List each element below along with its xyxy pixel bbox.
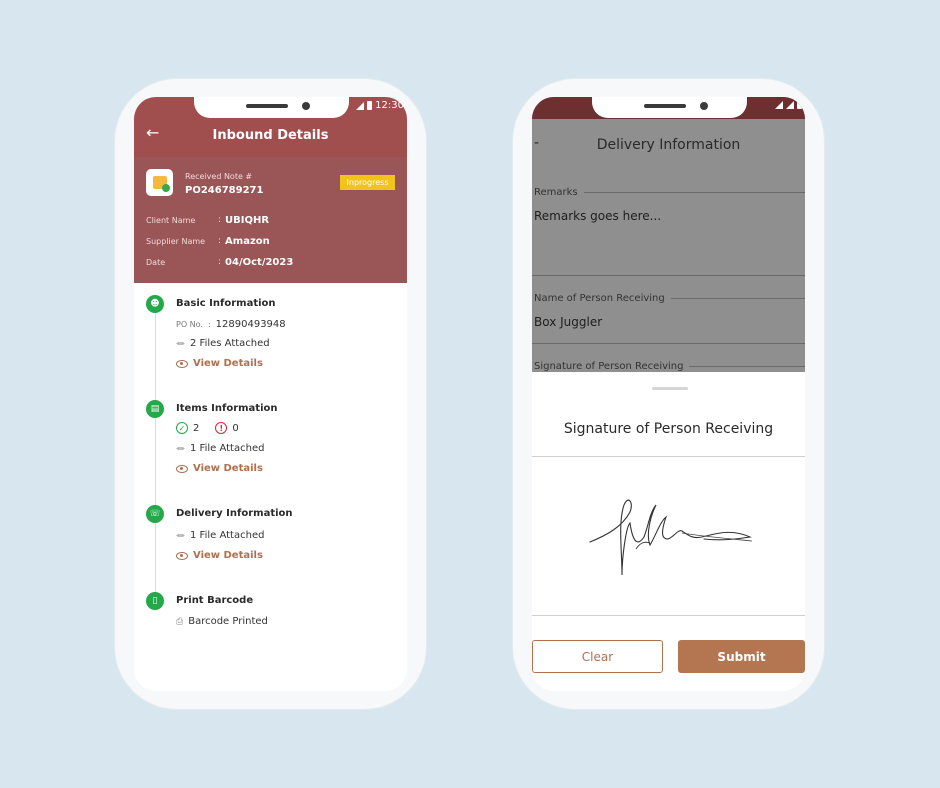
attachments-line: ⏛ 1 File Attached [176, 529, 264, 542]
receiver-name-field[interactable]: Box Juggler [534, 315, 602, 329]
clear-button[interactable]: Clear [532, 640, 663, 673]
attachments-line: ⏛ 1 File Attached [176, 442, 264, 455]
date-value: 04/Oct/2023 [225, 257, 294, 268]
step-title: Items Information [176, 403, 278, 414]
delivery-icon: ☏ [146, 505, 164, 523]
receiver-label: Name of Person Receiving [534, 293, 665, 304]
attachments-text: 2 Files Attached [190, 338, 270, 349]
eye-icon [176, 551, 188, 560]
po-number-line: PO No. : 12890493948 [176, 319, 286, 330]
supplier-name-row: Supplier Name : Amazon [146, 236, 270, 247]
attachments-line: ⏛ 2 Files Attached [176, 337, 270, 350]
remarks-field[interactable]: Remarks goes here... [534, 209, 661, 223]
paperclip-icon: ⏛ [176, 340, 186, 350]
status-time: 12:30 [375, 100, 404, 111]
submit-button[interactable]: Submit [678, 640, 805, 673]
signature-field-label: Signature of Person Receiving [534, 361, 805, 372]
view-details-link[interactable]: View Details [176, 463, 263, 474]
dimmed-form-background: - Delivery Information Remarks Remarks g… [532, 97, 805, 372]
signal-icon [786, 100, 794, 109]
wifi-icon [775, 100, 783, 109]
camera-notch [194, 97, 349, 118]
received-note-label: Received Note # [185, 172, 253, 181]
divider [532, 275, 805, 276]
attachments-text: 1 File Attached [190, 530, 265, 541]
battery-icon [797, 100, 802, 109]
ok-count: 2 [193, 422, 200, 434]
barcode-icon: ▯ [146, 592, 164, 610]
sheet-title: Signature of Person Receiving [563, 421, 774, 437]
remarks-label: Remarks [534, 187, 578, 198]
divider [532, 343, 805, 344]
date-row: Date : 04/Oct/2023 [146, 257, 294, 268]
attachments-text: 1 File Attached [190, 443, 265, 454]
package-icon [146, 169, 173, 196]
divider [532, 615, 805, 616]
page-title: Inbound Details [212, 128, 329, 143]
po-label: PO No. [176, 320, 203, 329]
view-details-label[interactable]: View Details [193, 550, 263, 561]
client-name-label: Client Name [146, 216, 196, 225]
barcode-status-line: ⎙ Barcode Printed [176, 616, 268, 627]
printer-icon: ⎙ [176, 616, 184, 627]
signature-bottom-sheet: Signature of Person Receiving Clear Subm… [532, 372, 805, 691]
page-title: Delivery Information [596, 137, 741, 153]
view-details-link[interactable]: View Details [176, 550, 263, 561]
signature-stroke [589, 499, 753, 576]
step-title: Basic Information [176, 298, 276, 309]
paperclip-icon: ⏛ [176, 445, 186, 455]
supplier-name-value: Amazon [225, 236, 270, 247]
paperclip-icon: ⏛ [176, 532, 186, 542]
user-icon: ☻ [146, 295, 164, 313]
status-bar [775, 100, 802, 109]
status-bar: 12:30 [356, 100, 404, 111]
client-name-value: UBIQHR [225, 215, 270, 226]
eye-icon [176, 359, 188, 368]
remarks-field-label: Remarks [534, 187, 805, 198]
error-circle-icon: ! [215, 422, 228, 434]
archive-icon: ▤ [146, 400, 164, 418]
step-title: Delivery Information [176, 508, 293, 519]
supplier-name-label: Supplier Name [146, 237, 206, 246]
date-label: Date [146, 258, 166, 267]
phone-frame-left: 12:30 ← Inbound Details Received Note # … [115, 79, 426, 709]
camera-notch [592, 97, 747, 118]
view-details-link[interactable]: View Details [176, 358, 263, 369]
battery-icon [367, 101, 373, 110]
timeline-connector [155, 297, 156, 607]
eye-icon [176, 464, 188, 473]
view-details-label[interactable]: View Details [193, 358, 263, 369]
error-count: 0 [232, 422, 239, 434]
phone-frame-right: - Delivery Information Remarks Remarks g… [513, 79, 824, 709]
delivery-information-screen: - Delivery Information Remarks Remarks g… [532, 97, 805, 691]
status-badge: Inprogress [340, 175, 395, 190]
signature-pad[interactable] [532, 457, 805, 615]
inbound-details-screen: 12:30 ← Inbound Details Received Note # … [134, 97, 407, 691]
signature-label: Signature of Person Receiving [534, 361, 684, 372]
client-name-row: Client Name : UBIQHR [146, 215, 270, 226]
check-circle-icon: ✓ [176, 422, 188, 434]
barcode-status-text: Barcode Printed [188, 616, 268, 627]
po-value: 12890493948 [215, 319, 286, 330]
receiver-field-label: Name of Person Receiving [534, 293, 805, 304]
received-note-number: PO246789271 [185, 185, 264, 196]
signal-icon [356, 101, 365, 110]
item-counts-line: ✓ 2 ! 0 [176, 422, 239, 434]
view-details-label[interactable]: View Details [193, 463, 263, 474]
step-title: Print Barcode [176, 595, 254, 606]
receipt-summary-card: Received Note # PO246789271 Inprogress C… [134, 157, 407, 283]
drag-handle[interactable] [652, 387, 688, 390]
